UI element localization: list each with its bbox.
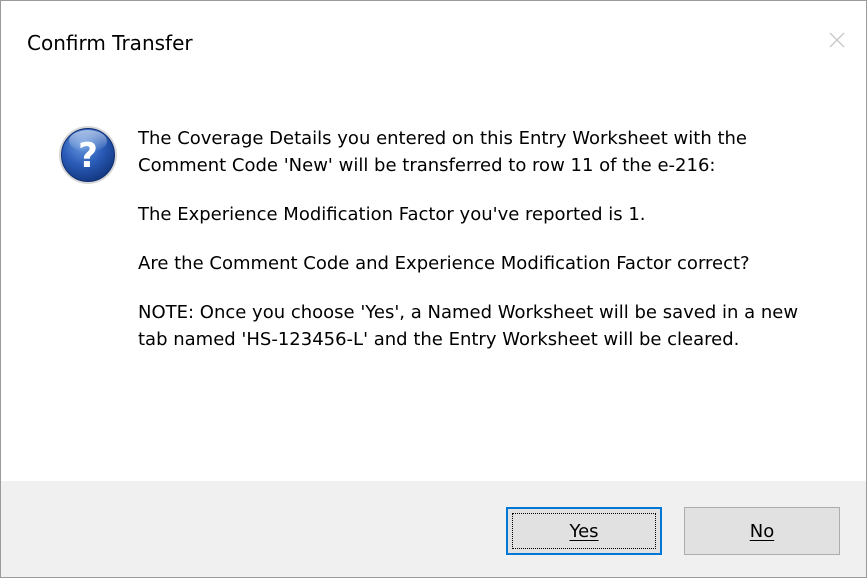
yes-button[interactable]: Yes — [506, 507, 662, 555]
yes-button-label: Yes — [569, 520, 599, 542]
dialog-content: ? The Coverage Details you entered on th… — [1, 81, 866, 481]
title-bar: Confirm Transfer — [1, 1, 866, 81]
close-button[interactable] — [808, 1, 866, 81]
question-icon: ? — [59, 126, 117, 184]
message-note: NOTE: Once you choose 'Yes', a Named Wor… — [138, 302, 799, 350]
message-experience-factor: The Experience Modification Factor you'v… — [138, 204, 646, 225]
no-button[interactable]: No — [684, 507, 840, 555]
close-icon — [829, 32, 845, 48]
no-button-label: No — [749, 520, 775, 542]
button-bar: Yes No — [1, 481, 866, 577]
dialog-title: Confirm Transfer — [27, 31, 193, 55]
message-question: Are the Comment Code and Experience Modi… — [138, 253, 750, 274]
svg-text:?: ? — [78, 136, 98, 176]
confirm-transfer-dialog: Confirm Transfer ? The Coverage Details … — [0, 0, 867, 578]
message-transfer: The Coverage Details you entered on this… — [138, 128, 747, 176]
message-text: The Coverage Details you entered on this… — [138, 125, 838, 375]
